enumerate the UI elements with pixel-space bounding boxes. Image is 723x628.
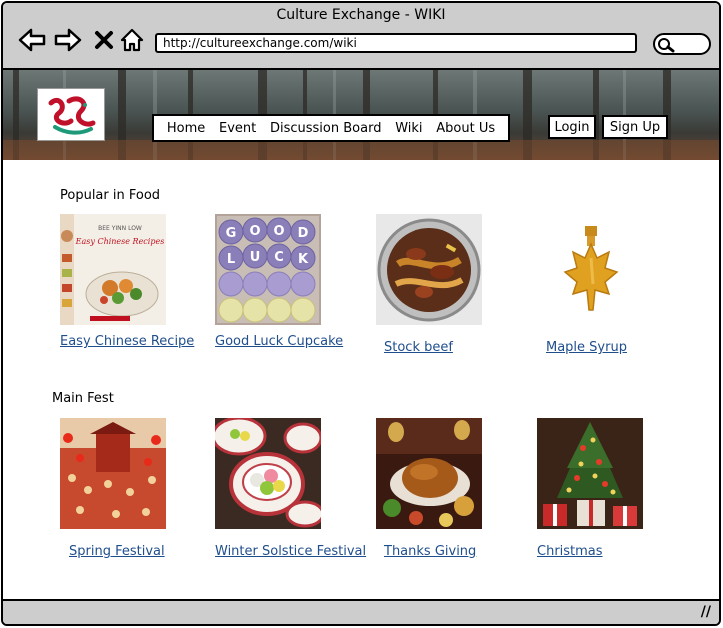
nav-about-us[interactable]: About Us: [436, 121, 495, 136]
cupcake-letter: U: [250, 250, 261, 265]
cupcake-letter: K: [298, 252, 309, 267]
browser-search-input[interactable]: [653, 33, 711, 55]
food-thumbnail-stock-beef[interactable]: [376, 214, 482, 325]
cupcake-letter: D: [298, 226, 309, 241]
food-thumbnail-maple-syrup[interactable]: [537, 214, 643, 325]
fest-thumbnail-christmas[interactable]: [537, 418, 643, 529]
browser-titlebar: Culture Exchange - WIKI http://cultureex…: [3, 3, 719, 70]
fest-thumbnail-spring-festival[interactable]: [60, 418, 166, 529]
nav-wiki[interactable]: Wiki: [395, 121, 422, 136]
window-title: Culture Exchange - WIKI: [276, 7, 446, 23]
food-link-easy-chinese-recipe[interactable]: Easy Chinese Recipe: [60, 334, 194, 349]
signup-button[interactable]: Sign Up: [602, 115, 668, 139]
nav-home[interactable]: Home: [167, 121, 205, 136]
browser-statusbar: //: [3, 599, 719, 624]
cupcake-letter: L: [227, 252, 235, 267]
cupcake-letter: O: [273, 224, 284, 239]
food-thumbnail-cookbook[interactable]: BEE YINN LOW Easy Chinese Recipes: [60, 214, 166, 325]
home-icon[interactable]: [117, 25, 147, 55]
site-logo[interactable]: [37, 88, 105, 141]
nav-event[interactable]: Event: [219, 121, 256, 136]
cookbook-author: BEE YINN LOW: [98, 225, 142, 232]
fest-link-christmas[interactable]: Christmas: [537, 544, 603, 559]
food-link-maple-syrup[interactable]: Maple Syrup: [546, 340, 627, 355]
header-banner: Home Event Discussion Board Wiki About U…: [3, 70, 719, 160]
food-link-good-luck-cupcake[interactable]: Good Luck Cupcake: [215, 334, 343, 349]
fest-link-spring-festival[interactable]: Spring Festival: [69, 544, 165, 559]
cookbook-title: Easy Chinese Recipes: [75, 237, 165, 246]
address-bar[interactable]: http://cultureexchange.com/wiki: [155, 33, 637, 53]
main-nav-menu: Home Event Discussion Board Wiki About U…: [152, 114, 510, 142]
nav-discussion-board[interactable]: Discussion Board: [270, 121, 381, 136]
food-thumbnail-cupcakes[interactable]: G O O D L U C K: [215, 214, 321, 325]
login-button[interactable]: Login: [548, 115, 596, 139]
fest-link-winter-solstice-festival[interactable]: Winter Solstice Festival: [215, 544, 366, 559]
back-arrow-icon[interactable]: [17, 25, 47, 55]
fest-link-thanks-giving[interactable]: Thanks Giving: [384, 544, 476, 559]
search-icon: [658, 38, 675, 53]
resize-grip-icon[interactable]: //: [701, 604, 711, 620]
browser-window: Culture Exchange - WIKI http://cultureex…: [1, 1, 721, 626]
cupcake-letter: C: [274, 250, 284, 265]
section-title-main-fest: Main Fest: [52, 391, 114, 406]
fest-thumbnail-thanksgiving[interactable]: [376, 418, 482, 529]
stop-close-icon[interactable]: [89, 25, 119, 55]
fest-thumbnail-winter-solstice[interactable]: [215, 418, 321, 529]
forward-arrow-icon[interactable]: [53, 25, 83, 55]
cupcake-letter: O: [249, 224, 260, 239]
cupcake-letter: G: [226, 226, 237, 241]
food-link-stock-beef[interactable]: Stock beef: [384, 340, 453, 355]
address-bar-url: http://cultureexchange.com/wiki: [163, 36, 357, 50]
section-title-food: Popular in Food: [60, 188, 161, 203]
